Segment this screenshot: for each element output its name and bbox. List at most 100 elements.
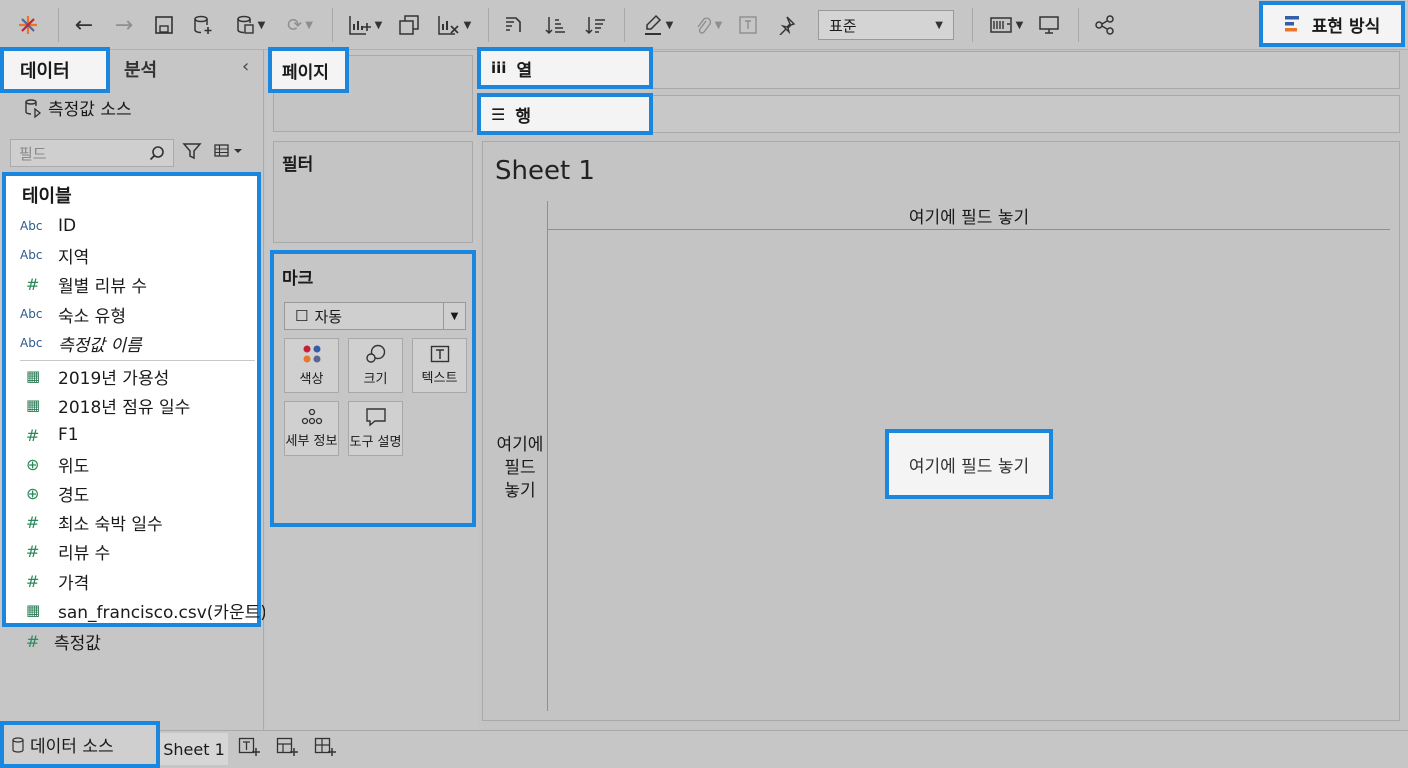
field-name: 2018년 점유 일수 [58, 397, 191, 418]
fit-select[interactable]: 표준 ▼ [818, 10, 954, 40]
field-name: F1 [58, 425, 79, 445]
toolbar-separator [488, 8, 489, 42]
highlight-icon[interactable]: ▼ [636, 10, 680, 40]
field-item[interactable]: Abc 숙소 유형 [20, 301, 126, 327]
toolbar-separator [1078, 8, 1079, 42]
fields-divider [20, 360, 255, 361]
field-item[interactable]: # 최소 숙박 일수 [20, 509, 163, 535]
show-cards-icon[interactable]: ▼ [984, 10, 1028, 40]
swap-rows-columns-icon[interactable] [498, 10, 528, 40]
sort-descending-icon[interactable] [580, 10, 610, 40]
field-item[interactable]: # 월별 리뷰 수 [20, 271, 147, 297]
columns-shelf-label: iii 열 [477, 47, 653, 89]
sort-ascending-icon[interactable] [540, 10, 570, 40]
tables-header: 테이블 [22, 186, 72, 207]
field-item[interactable]: ⊕ 위도 [20, 451, 89, 477]
detail-icon [301, 408, 322, 425]
tab-analytics[interactable]: 분석 [124, 56, 157, 82]
filter-icon[interactable] [182, 141, 202, 166]
fit-select-value: 표준 [829, 16, 857, 35]
field-item[interactable]: ▦ 2018년 점유 일수 [20, 392, 190, 418]
number-type-icon: # [26, 425, 40, 445]
number-type-icon: # [26, 541, 40, 561]
label-mark-button[interactable]: 텍스트 [412, 338, 467, 393]
new-data-source-icon[interactable] [188, 10, 218, 40]
collapse-pane-icon[interactable]: ‹ [242, 56, 249, 77]
fields-list: 테이블 Abc ID Abc 지역 # 월별 리뷰 수 Abc 숙소 유형 Abc 측정값… [2, 172, 267, 627]
field-item[interactable]: # 가격 [20, 568, 89, 594]
redo-icon[interactable]: → [110, 10, 138, 40]
field-item[interactable]: ⊕ 경도 [20, 480, 89, 506]
new-dashboard-tab-icon[interactable] [276, 737, 298, 761]
table-icon: ▦ [26, 396, 41, 414]
marks-card: 마크 ☐ 자동 ▼ 색상 크기 텍스트 세부 정보 도구 설명 [270, 250, 476, 527]
field-item[interactable]: # F1 [20, 422, 79, 448]
mark-type-select[interactable]: ☐ 자동 ▼ [284, 302, 466, 330]
data-source-item[interactable]: 측정값 소스 [24, 95, 132, 120]
view-options-icon[interactable] [214, 143, 244, 163]
field-item[interactable]: # 리뷰 수 [20, 538, 110, 564]
rows-drop-zone[interactable]: 여기에 필드 놓기 [490, 434, 550, 503]
new-story-tab-icon[interactable] [314, 737, 336, 761]
show-me-icon [1284, 16, 1299, 32]
string-type-icon: Abc [20, 336, 43, 350]
field-name: 리뷰 수 [58, 543, 111, 564]
size-mark-button[interactable]: 크기 [348, 338, 403, 393]
field-search-input[interactable]: 필드 [10, 139, 174, 167]
sheet-tab[interactable]: Sheet 1 [160, 733, 228, 765]
search-placeholder: 필드 [19, 144, 47, 163]
new-worksheet-tab-icon[interactable] [238, 737, 260, 761]
detail-mark-button[interactable]: 세부 정보 [284, 401, 339, 456]
data-source-tab[interactable]: 데이터 소스 [0, 721, 160, 768]
duplicate-sheet-icon[interactable] [394, 10, 424, 40]
fix-axes-pin-icon[interactable] [774, 10, 798, 40]
toolbar-separator [332, 8, 333, 42]
share-icon[interactable] [1092, 10, 1118, 40]
field-item[interactable]: ▦ 2019년 가용성 [20, 363, 169, 389]
field-item[interactable]: ▦ san_francisco.csv(카운트) [20, 597, 267, 623]
field-item[interactable]: Abc 측정값 이름 [20, 330, 142, 356]
field-name: 월별 리뷰 수 [58, 276, 148, 297]
refresh-icon[interactable]: ⟳ ▼ [278, 10, 322, 40]
color-label: 색상 [299, 372, 324, 387]
presentation-mode-icon[interactable] [1036, 10, 1062, 40]
field-item[interactable]: Abc 지역 [20, 242, 89, 268]
field-item[interactable]: Abc ID [20, 213, 76, 239]
columns-drop-zone[interactable]: 여기에 필드 놓기 [548, 203, 1390, 228]
tableau-logo-icon[interactable] [14, 10, 42, 40]
pause-auto-updates-icon[interactable]: ▼ [228, 10, 272, 40]
square-icon: ☐ [295, 307, 309, 325]
data-source-icon [25, 98, 42, 118]
measure-values-field[interactable]: # 측정값 [26, 628, 101, 654]
toolbar-separator [58, 8, 59, 42]
database-icon [12, 736, 24, 753]
sheet-title: Sheet 1 [495, 156, 595, 186]
label-label: 텍스트 [421, 371, 458, 386]
new-worksheet-icon[interactable]: ▼ [342, 10, 388, 40]
rows-shelf-label: ☰ 행 [477, 93, 653, 135]
color-mark-button[interactable]: 색상 [284, 338, 339, 393]
string-type-icon: Abc [20, 248, 43, 262]
tooltip-mark-button[interactable]: 도구 설명 [348, 401, 403, 456]
field-name: 경도 [58, 485, 90, 506]
string-type-icon: Abc [20, 307, 43, 321]
show-me-button[interactable]: 표현 방식 [1259, 1, 1405, 47]
save-icon[interactable] [150, 10, 178, 40]
show-mark-labels-icon[interactable] [736, 10, 760, 40]
chevron-down-icon: ▼ [935, 19, 943, 31]
data-source-name: 측정값 소스 [48, 100, 132, 120]
group-members-icon[interactable]: ▼ [688, 10, 728, 40]
number-type-icon: # [26, 274, 40, 294]
rows-drop-line: 여기에 [496, 435, 544, 455]
center-drop-label: 여기에 필드 놓기 [908, 456, 1030, 477]
clear-sheet-icon[interactable]: ▼ [432, 10, 476, 40]
table-icon: ▦ [26, 601, 41, 619]
number-type-icon: # [26, 512, 40, 532]
undo-icon[interactable]: ← [70, 10, 98, 40]
field-name: 위도 [58, 456, 90, 477]
show-me-label: 표현 방식 [1311, 16, 1381, 37]
tab-data[interactable]: 데이터 [0, 47, 110, 93]
size-icon [365, 344, 385, 363]
pages-card-title: 페이지 [268, 47, 349, 93]
center-drop-zone[interactable]: 여기에 필드 놓기 [885, 429, 1053, 499]
